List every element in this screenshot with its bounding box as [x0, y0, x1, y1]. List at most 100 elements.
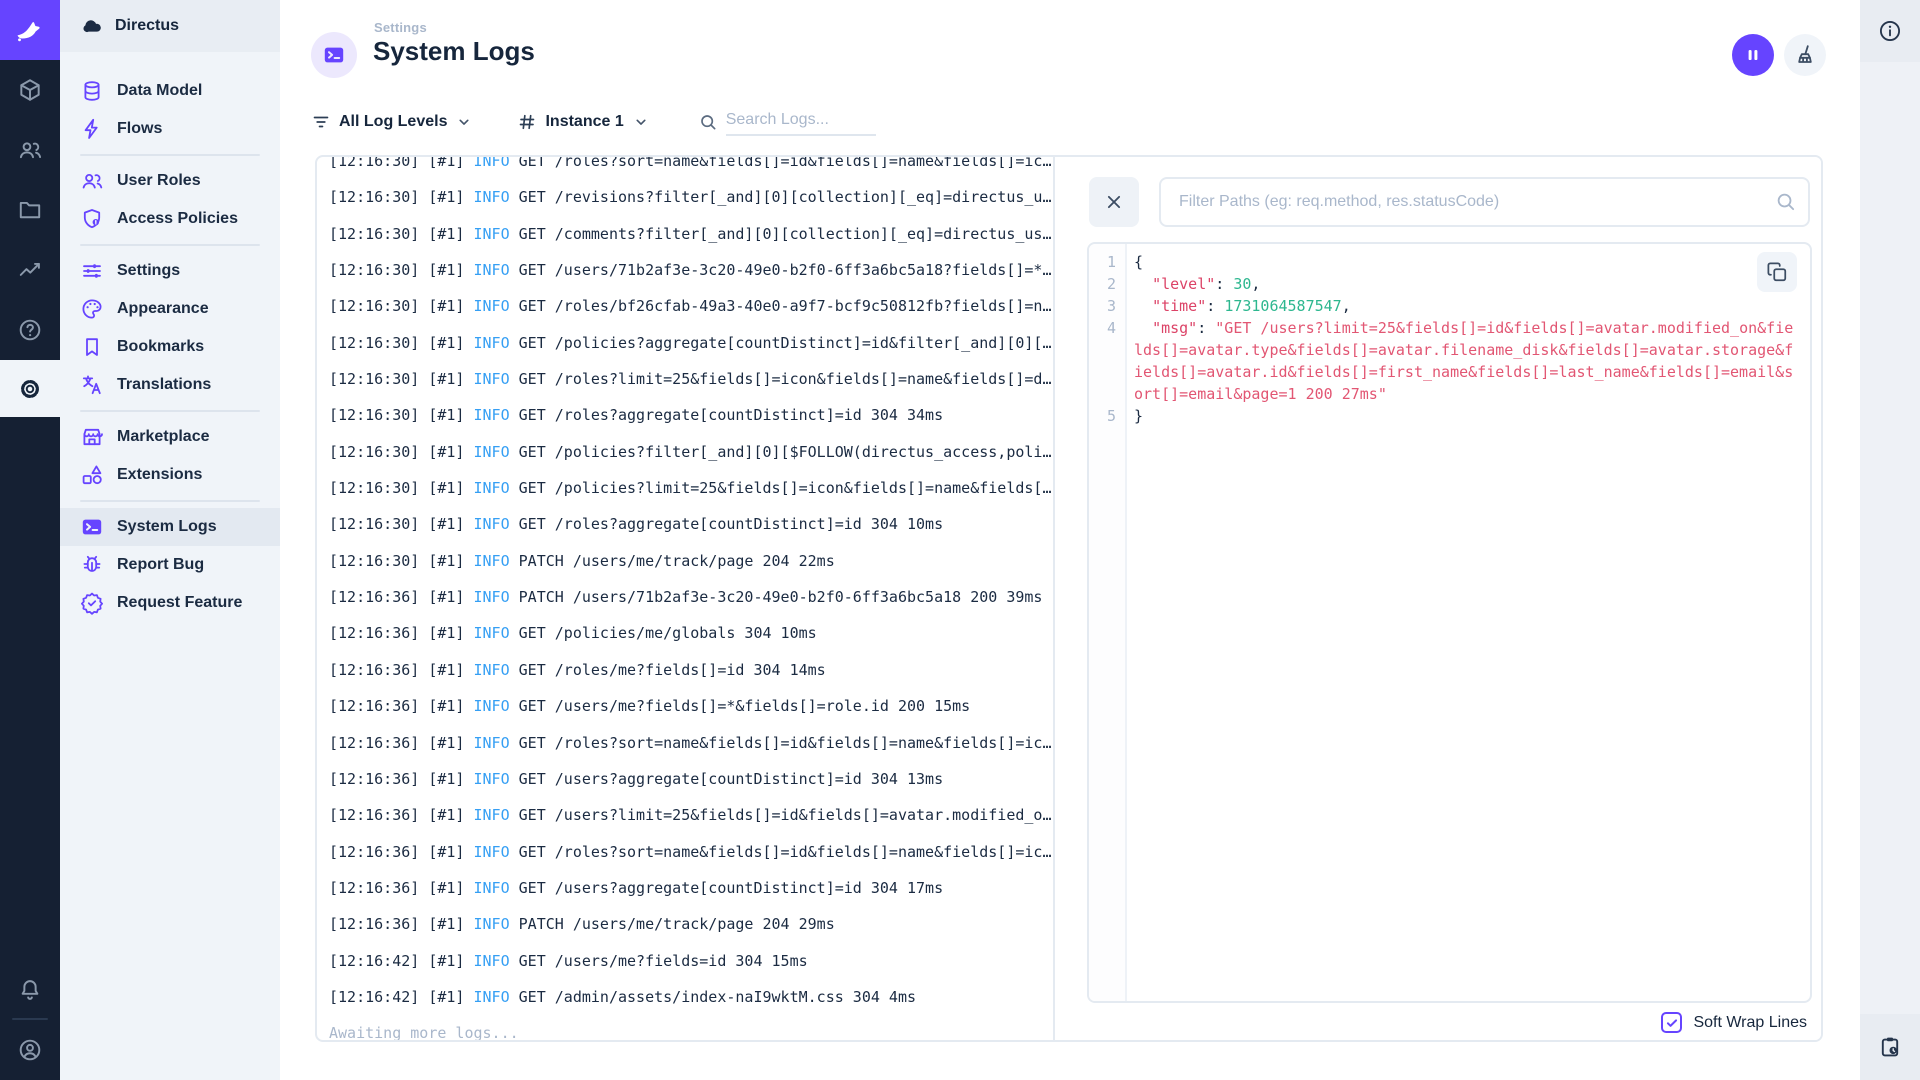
- module-gear-button[interactable]: [0, 360, 60, 417]
- module-help-button[interactable]: [0, 300, 60, 360]
- module-users-button[interactable]: [0, 120, 60, 180]
- sidebar-item-marketplace[interactable]: Marketplace: [60, 418, 280, 456]
- log-level-filter[interactable]: All Log Levels: [311, 112, 473, 132]
- user-avatar-button[interactable]: [0, 1020, 60, 1080]
- sidebar-item-extensions[interactable]: Extensions: [60, 456, 280, 494]
- log-row[interactable]: [12:16:36] [#1] INFO GET /users?limit=25…: [329, 797, 1053, 833]
- log-level: INFO: [473, 479, 510, 498]
- module-activity-button[interactable]: [0, 240, 60, 300]
- log-row[interactable]: [12:16:30] [#1] INFO GET /users/71b2af3e…: [329, 252, 1053, 288]
- log-row[interactable]: [12:16:42] [#1] INFO GET /admin/assets/i…: [329, 979, 1053, 1015]
- broom-icon: [1793, 43, 1817, 67]
- log-row[interactable]: [12:16:36] [#1] INFO PATCH /users/71b2af…: [329, 579, 1053, 615]
- log-row[interactable]: [12:16:36] [#1] INFO GET /roles?sort=nam…: [329, 725, 1053, 761]
- line-number: 4: [1106, 319, 1116, 337]
- breadcrumb[interactable]: Settings: [374, 20, 427, 35]
- log-detail-pane: 1{2 "level": 30,3 "time": 1731064587547,…: [1053, 157, 1821, 1040]
- pause-logs-button[interactable]: [1732, 34, 1774, 76]
- log-row[interactable]: [12:16:30] [#1] INFO GET /roles?limit=25…: [329, 361, 1053, 397]
- sidebar-item-report-bug[interactable]: Report Bug: [60, 546, 280, 584]
- json-token-punct: {: [1134, 253, 1144, 271]
- log-timestamp: [12:16:36] [#1]: [329, 806, 474, 825]
- log-row[interactable]: [12:16:36] [#1] INFO GET /users/me?field…: [329, 688, 1053, 724]
- box-icon: [17, 77, 43, 103]
- sidebar-item-appearance[interactable]: Appearance: [60, 290, 280, 328]
- sidebar-item-bookmarks[interactable]: Bookmarks: [60, 328, 280, 366]
- filter-paths-input[interactable]: [1159, 177, 1810, 227]
- sidebar-item-system-logs[interactable]: System Logs: [60, 508, 280, 546]
- soft-wrap-checkbox[interactable]: [1661, 1012, 1683, 1033]
- log-timestamp: [12:16:30] [#1]: [329, 515, 474, 534]
- log-detail-code: 1{2 "level": 30, 3 "time": 1731064587547,…: [1087, 242, 1812, 1003]
- log-row[interactable]: [12:16:36] [#1] INFO GET /roles/me?field…: [329, 652, 1053, 688]
- log-level: INFO: [473, 806, 510, 825]
- sidebar-item-flows[interactable]: Flows: [60, 110, 280, 148]
- info-sidebar-toggle[interactable]: [1860, 0, 1920, 62]
- copy-icon: [1766, 261, 1788, 283]
- log-row[interactable]: [12:16:30] [#1] INFO GET /roles/bf26cfab…: [329, 288, 1053, 324]
- close-icon: [1103, 191, 1125, 213]
- log-row[interactable]: [12:16:36] [#1] INFO GET /policies/me/gl…: [329, 615, 1053, 651]
- log-row[interactable]: [12:16:42] [#1] INFO GET /users/me?field…: [329, 943, 1053, 979]
- notifications-button[interactable]: [0, 962, 60, 1018]
- sidebar-item-settings[interactable]: Settings: [60, 252, 280, 290]
- log-row[interactable]: [12:16:36] [#1] INFO PATCH /users/me/tra…: [329, 906, 1053, 942]
- log-row[interactable]: [12:16:30] [#1] INFO GET /revisions?filt…: [329, 179, 1053, 215]
- json-token-number: 30: [1233, 275, 1252, 293]
- log-row[interactable]: [12:16:30] [#1] INFO GET /policies?aggre…: [329, 325, 1053, 361]
- log-stream: [12:16:30] [#1] INFO GET /roles?sort=nam…: [329, 157, 1053, 1040]
- log-row[interactable]: [12:16:30] [#1] INFO PATCH /users/me/tra…: [329, 543, 1053, 579]
- line-content: {: [1127, 251, 1810, 273]
- log-message: PATCH /users/me/track/page 204 22ms: [509, 551, 835, 570]
- log-message: GET /roles?aggregate[countDistinct]=id 3…: [509, 406, 944, 425]
- log-timestamp: [12:16:30] [#1]: [329, 157, 474, 170]
- json-token-key: "msg": [1152, 319, 1198, 337]
- search-icon: [698, 112, 718, 132]
- project-switcher[interactable]: Directus: [60, 0, 280, 52]
- json-token-key: "time": [1152, 297, 1207, 315]
- sidebar-item-label: System Logs: [117, 518, 217, 535]
- log-level-filter-label: All Log Levels: [339, 113, 448, 130]
- notifications-drawer-toggle[interactable]: [1860, 1014, 1920, 1080]
- log-row[interactable]: [12:16:30] [#1] INFO GET /policies?limit…: [329, 470, 1053, 506]
- log-timestamp: [12:16:36] [#1]: [329, 878, 474, 897]
- module-box-button[interactable]: [0, 60, 60, 120]
- close-detail-button[interactable]: [1089, 177, 1139, 227]
- log-level: INFO: [473, 660, 510, 679]
- sidebar-item-label: Marketplace: [117, 428, 210, 445]
- log-row[interactable]: [12:16:30] [#1] INFO GET /comments?filte…: [329, 216, 1053, 252]
- sidebar-item-access-policies[interactable]: Access Policies: [60, 200, 280, 238]
- instance-filter[interactable]: Instance 1: [517, 112, 649, 132]
- sidebar-item-request-feature[interactable]: Request Feature: [60, 584, 280, 622]
- search-logs-input[interactable]: [725, 108, 876, 136]
- copy-json-button[interactable]: [1757, 252, 1797, 292]
- log-row[interactable]: [12:16:36] [#1] INFO GET /users?aggregat…: [329, 870, 1053, 906]
- log-message: GET /revisions?filter[_and][0][collectio…: [509, 188, 1052, 207]
- json-token-punct: [1134, 319, 1152, 337]
- line-content: "msg": "GET /users?limit=25&fields[]=id&…: [1127, 317, 1810, 405]
- log-row[interactable]: [12:16:36] [#1] INFO GET /users?aggregat…: [329, 761, 1053, 797]
- module-folder-button[interactable]: [0, 180, 60, 240]
- log-row[interactable]: [12:16:30] [#1] INFO GET /policies?filte…: [329, 434, 1053, 470]
- log-timestamp: [12:16:36] [#1]: [329, 769, 474, 788]
- log-row[interactable]: [12:16:36] [#1] INFO GET /roles?sort=nam…: [329, 834, 1053, 870]
- log-timestamp: [12:16:30] [#1]: [329, 297, 474, 316]
- sidebar-item-user-roles[interactable]: User Roles: [60, 162, 280, 200]
- log-message: GET /roles?sort=name&fields[]=id&fields[…: [509, 842, 1052, 861]
- log-level: INFO: [473, 697, 510, 716]
- clear-logs-button[interactable]: [1784, 34, 1826, 76]
- bookmark-icon: [80, 335, 104, 359]
- log-timestamp: [12:16:30] [#1]: [329, 442, 474, 461]
- palette-icon: [80, 297, 104, 321]
- directus-logo[interactable]: [0, 0, 60, 60]
- log-row[interactable]: [12:16:30] [#1] INFO GET /roles?sort=nam…: [329, 157, 1053, 179]
- chevron-down-icon: [455, 113, 473, 131]
- log-row[interactable]: [12:16:30] [#1] INFO GET /roles?aggregat…: [329, 397, 1053, 433]
- log-row[interactable]: [12:16:30] [#1] INFO GET /roles?aggregat…: [329, 506, 1053, 542]
- sidebar-item-translations[interactable]: Translations: [60, 366, 280, 404]
- sidebar-item-label: Settings: [117, 262, 181, 279]
- sidebar-item-data-model[interactable]: Data Model: [60, 72, 280, 110]
- json-token-punct: [1134, 297, 1152, 315]
- log-message: GET /policies?filter[_and][0][$FOLLOW(di…: [509, 442, 1052, 461]
- translate-icon: [80, 373, 104, 397]
